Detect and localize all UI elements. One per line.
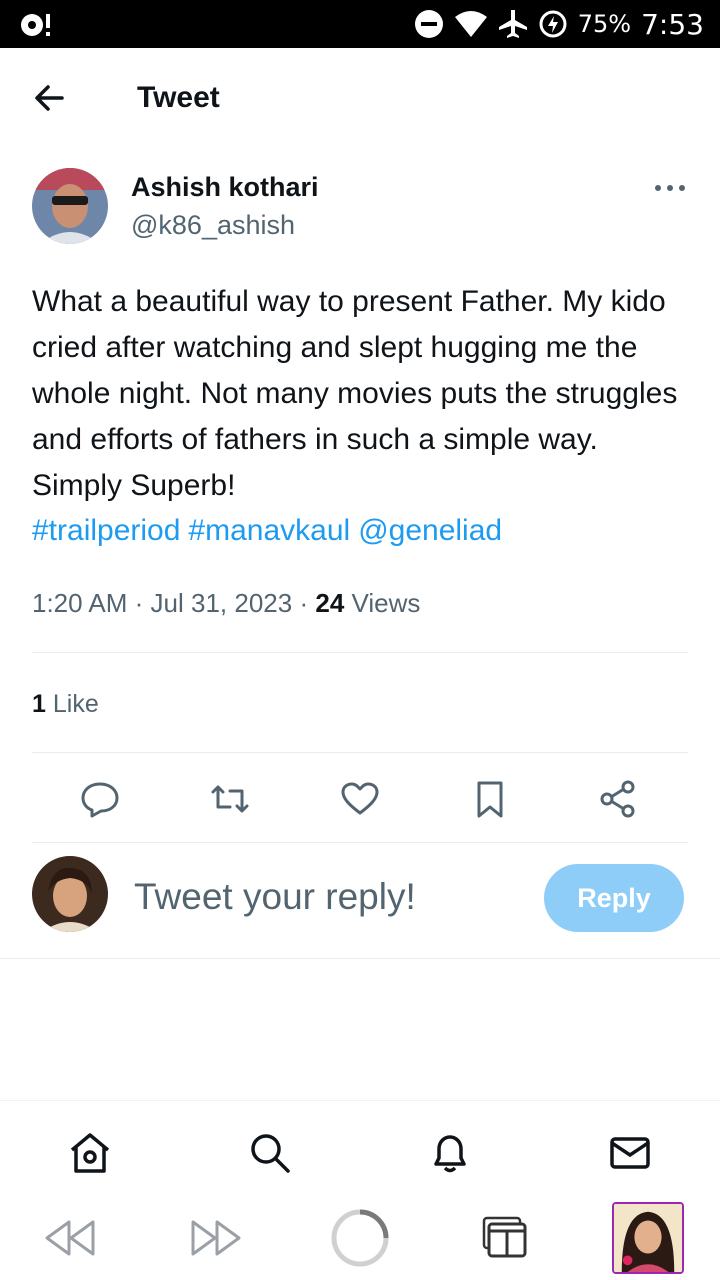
browser-tabs-button[interactable] xyxy=(474,1208,534,1268)
separator: · xyxy=(134,588,144,618)
likes-label: Like xyxy=(52,690,99,718)
wifi-icon xyxy=(454,10,488,38)
page-title: Tweet xyxy=(137,81,220,114)
likes-summary[interactable]: 1 Like xyxy=(32,686,99,722)
tweet-tags: #trailperiod #manavkaul @geneliad xyxy=(32,508,510,554)
mail-icon xyxy=(610,1137,650,1169)
divider xyxy=(0,958,720,959)
rewind-icon xyxy=(45,1220,95,1256)
user-avatar[interactable] xyxy=(32,856,108,932)
share-icon xyxy=(600,780,635,818)
tabs-icon xyxy=(482,1216,527,1258)
tweet-actions xyxy=(0,774,720,824)
more-options-button[interactable] xyxy=(650,176,690,200)
reply-button[interactable]: Reply xyxy=(544,864,684,932)
divider xyxy=(32,842,688,843)
like-button[interactable] xyxy=(335,774,385,824)
retweet-button[interactable] xyxy=(205,774,255,824)
divider xyxy=(32,652,688,653)
media-icon xyxy=(20,12,56,43)
tweet-date: Jul 31, 2023 xyxy=(150,588,293,618)
battery-saver-icon xyxy=(538,9,568,39)
clock: 7:53 xyxy=(641,7,704,41)
likes-count: 1 xyxy=(32,690,46,718)
arrow-left-icon xyxy=(35,85,64,111)
profile-thumbnail xyxy=(614,1204,682,1272)
browser-toolbar xyxy=(0,1190,720,1280)
nav-home[interactable] xyxy=(66,1129,114,1177)
bottom-nav xyxy=(0,1100,720,1190)
views-count: 24 xyxy=(315,588,345,618)
tweet-time: 1:20 AM xyxy=(32,588,128,618)
airplane-icon xyxy=(498,9,528,39)
author-name[interactable]: Ashish kothari xyxy=(131,170,319,204)
tweet-meta: 1:20 AM · Jul 31, 2023 · 24 Views xyxy=(32,584,420,622)
hashtag-link[interactable]: #manavkaul xyxy=(188,514,350,547)
bookmark-button[interactable] xyxy=(465,774,515,824)
divider xyxy=(32,752,688,753)
bell-icon xyxy=(434,1135,466,1173)
share-button[interactable] xyxy=(593,774,643,824)
browser-reload-button[interactable] xyxy=(330,1208,390,1268)
search-icon xyxy=(251,1134,290,1173)
mention-link[interactable]: @geneliad xyxy=(358,514,502,547)
browser-back-button[interactable] xyxy=(40,1208,100,1268)
reply-action-button[interactable] xyxy=(75,774,125,824)
more-icon xyxy=(655,185,685,191)
battery-percent: 75% xyxy=(577,10,632,38)
nav-messages[interactable] xyxy=(606,1129,654,1177)
tweet-text: What a beautiful way to present Father. … xyxy=(32,285,678,502)
loading-icon xyxy=(331,1209,389,1267)
dnd-icon xyxy=(414,9,444,39)
heart-icon xyxy=(341,782,379,815)
browser-profile-button[interactable] xyxy=(612,1202,684,1274)
fast-forward-icon xyxy=(191,1220,241,1256)
browser-forward-button[interactable] xyxy=(186,1208,246,1268)
back-button[interactable] xyxy=(28,78,72,118)
views-label: Views xyxy=(351,588,421,618)
home-icon xyxy=(70,1133,110,1173)
comment-icon xyxy=(81,782,119,818)
nav-notifications[interactable] xyxy=(426,1129,474,1177)
header: Tweet xyxy=(0,48,720,148)
nav-search[interactable] xyxy=(246,1129,294,1177)
hashtag-link[interactable]: #trailperiod xyxy=(32,514,180,547)
bookmark-icon xyxy=(477,781,503,818)
status-bar: 75% 7:53 xyxy=(0,0,720,48)
retweet-icon xyxy=(211,785,249,813)
author-handle[interactable]: @k86_ashish xyxy=(131,208,295,242)
author-avatar[interactable] xyxy=(32,168,108,244)
reply-input[interactable] xyxy=(134,870,524,924)
separator: · xyxy=(299,588,309,618)
